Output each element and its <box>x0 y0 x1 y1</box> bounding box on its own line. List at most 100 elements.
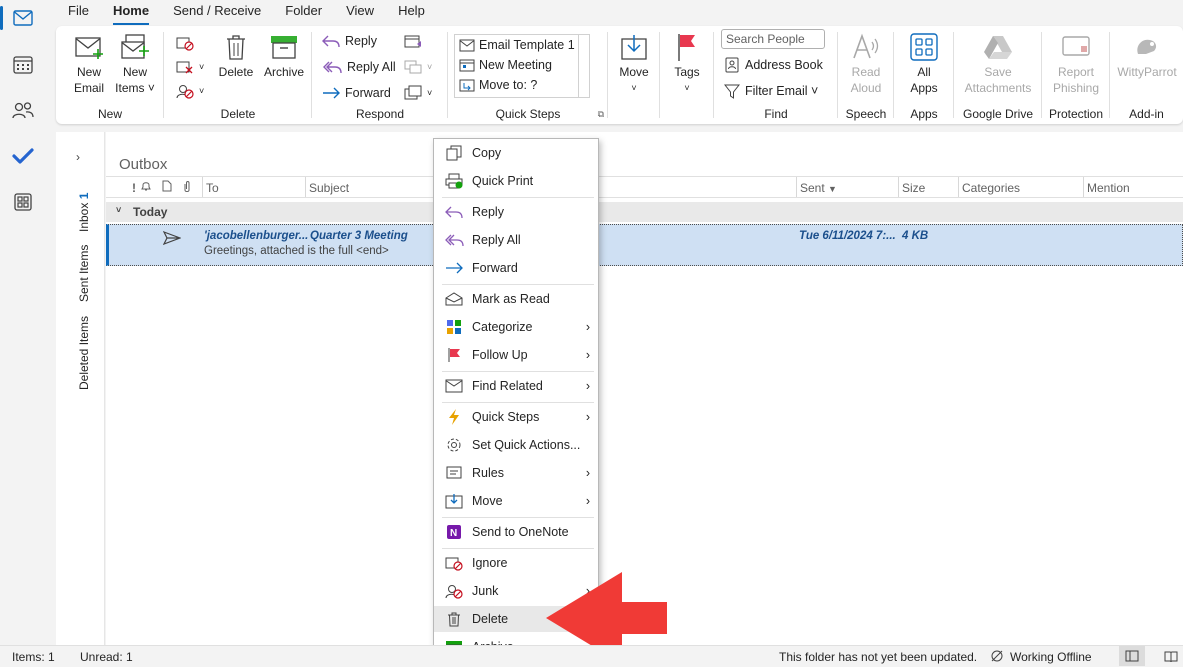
people-icon[interactable] <box>8 95 38 125</box>
quick-steps-gallery[interactable]: Email Template 1 New Meeting Move to: ? <box>454 34 590 98</box>
menu-item-reply[interactable]: Reply <box>434 199 598 225</box>
new-email-icon <box>75 37 103 59</box>
col-categories[interactable]: Categories <box>962 181 1020 195</box>
address-book-button[interactable]: Address Book <box>724 54 823 76</box>
forward-icon <box>323 87 340 99</box>
reply-button[interactable]: Reply <box>322 30 377 52</box>
sending-icon <box>162 230 182 248</box>
menu-item-send-to-onenote[interactable]: N Send to OneNote <box>434 519 598 545</box>
col-importance[interactable]: ! <box>132 181 136 195</box>
reply-all-button[interactable]: Reply All <box>322 56 396 78</box>
meeting-reply-button[interactable] <box>404 30 422 52</box>
submenu-chevron-icon: › <box>585 410 590 424</box>
menu-item-categorize[interactable]: Categorize › <box>434 314 598 340</box>
ribbon-group-addin: WittyParrot Add-in <box>1110 26 1183 124</box>
apps-icon[interactable] <box>8 187 38 217</box>
reply-icon <box>322 35 340 48</box>
table-row[interactable]: 'jacobellenburger... Quarter 3 Meeting G… <box>106 224 1183 266</box>
quick-steps-scroll[interactable] <box>578 34 590 98</box>
mail-icon[interactable] <box>0 3 38 33</box>
quick-step-item[interactable]: New Meeting <box>455 55 589 75</box>
new-email-button[interactable]: New Email <box>68 30 110 96</box>
col-sent[interactable]: Sent ▼ <box>800 181 837 195</box>
more-respond-button[interactable]: ˅ <box>404 82 432 104</box>
wittyparrot-button[interactable]: WittyParrot <box>1114 30 1180 80</box>
folder-inbox[interactable]: Inbox 1 <box>77 193 91 232</box>
im-button[interactable]: ˅ <box>404 56 432 78</box>
ignore-button[interactable] <box>176 32 194 54</box>
menu-item-forward[interactable]: Forward <box>434 255 598 281</box>
column-headers: ! To Subject Sent ▼ Size Categories Ment… <box>106 176 1183 198</box>
tags-button[interactable]: Tags ˅ <box>665 30 709 96</box>
cleanup-button[interactable]: ˅ <box>176 56 204 78</box>
expand-chevron-icon[interactable]: › <box>76 150 80 164</box>
more-respond-icon <box>404 85 422 100</box>
submenu-chevron-icon: › <box>585 320 590 334</box>
junk-button[interactable]: ˅ <box>176 80 204 102</box>
status-bar: Items: 1 Unread: 1 This folder has not y… <box>0 645 1183 667</box>
col-size[interactable]: Size <box>902 181 925 195</box>
menu-item-mark-as-read[interactable]: Mark as Read <box>434 286 598 312</box>
reminder-bell-icon[interactable] <box>140 180 152 195</box>
status-items: Items: 1 <box>12 650 55 664</box>
submenu-chevron-icon: › <box>585 379 590 393</box>
tab-send-receive[interactable]: Send / Receive <box>161 0 273 24</box>
quick-print-icon <box>445 173 463 189</box>
status-connection: Working Offline <box>1010 650 1092 664</box>
reply-icon <box>445 206 463 219</box>
menu-item-reply-all[interactable]: Reply All <box>434 227 598 253</box>
move-icon <box>621 35 647 60</box>
message-size: 4 KB <box>902 230 929 242</box>
google-drive-icon <box>984 36 1012 59</box>
all-apps-button[interactable]: All Apps <box>902 30 946 96</box>
col-to[interactable]: To <box>206 181 219 195</box>
report-phishing-button[interactable]: Report Phishing <box>1048 30 1104 96</box>
ribbon-group-respond: Reply Reply All Forward ˅ ˅ Respond <box>312 26 448 124</box>
item-type-icon[interactable] <box>162 180 172 195</box>
search-people-input[interactable]: Search People <box>721 29 825 49</box>
menu-tabs: File Home Send / Receive Folder View Hel… <box>56 0 437 25</box>
save-attachments-button[interactable]: Save Attachments <box>960 30 1036 96</box>
menu-item-find-related[interactable]: Find Related › <box>434 373 598 399</box>
gear-icon <box>447 438 461 452</box>
folder-deleted-items[interactable]: Deleted Items <box>77 316 91 390</box>
normal-view-icon[interactable] <box>1119 646 1145 666</box>
menu-item-follow-up[interactable]: Follow Up › <box>434 342 598 368</box>
tab-view[interactable]: View <box>334 0 386 24</box>
tab-home[interactable]: Home <box>101 0 161 25</box>
tab-help[interactable]: Help <box>386 0 437 24</box>
collapse-chevron-icon[interactable]: ˅ <box>116 205 121 215</box>
filter-email-button[interactable]: Filter Email ˅ <box>724 80 818 102</box>
read-aloud-button[interactable]: Read Aloud <box>844 30 888 96</box>
reading-view-icon[interactable] <box>1164 650 1178 665</box>
submenu-chevron-icon: › <box>585 494 590 508</box>
menu-item-set-quick-actions[interactable]: Set Quick Actions... <box>434 432 598 458</box>
move-button[interactable]: Move ˅ <box>612 30 656 96</box>
move-icon <box>445 494 463 509</box>
todo-icon[interactable] <box>8 141 38 171</box>
quick-step-item[interactable]: Move to: ? <box>455 75 589 95</box>
delete-button[interactable]: Delete <box>214 30 258 80</box>
attachment-icon[interactable] <box>182 180 192 196</box>
archive-button[interactable]: Archive <box>260 30 308 80</box>
tab-folder[interactable]: Folder <box>273 0 334 24</box>
ribbon-group-apps: All Apps Apps <box>894 26 954 124</box>
menu-item-quick-steps[interactable]: Quick Steps › <box>434 404 598 430</box>
forward-button[interactable]: Forward <box>322 82 391 104</box>
new-items-button[interactable]: New Items ˅ <box>114 30 156 96</box>
menu-item-copy[interactable]: Copy <box>434 140 598 166</box>
ribbon-group-protection: Report Phishing Protection <box>1042 26 1110 124</box>
col-mention[interactable]: Mention <box>1087 181 1130 195</box>
menu-item-move[interactable]: Move › <box>434 488 598 514</box>
all-apps-icon <box>910 33 938 61</box>
copy-icon <box>446 145 462 161</box>
folder-sent-items[interactable]: Sent Items <box>77 245 91 302</box>
calendar-icon[interactable] <box>8 49 38 79</box>
group-header-today[interactable]: ˅ Today <box>106 202 1183 222</box>
menu-item-rules[interactable]: Rules › <box>434 460 598 486</box>
quick-step-item[interactable]: Email Template 1 <box>455 35 589 55</box>
tab-file[interactable]: File <box>56 0 101 24</box>
menu-item-quick-print[interactable]: Quick Print <box>434 168 598 194</box>
col-subject[interactable]: Subject <box>309 181 349 195</box>
address-book-icon <box>725 57 739 73</box>
